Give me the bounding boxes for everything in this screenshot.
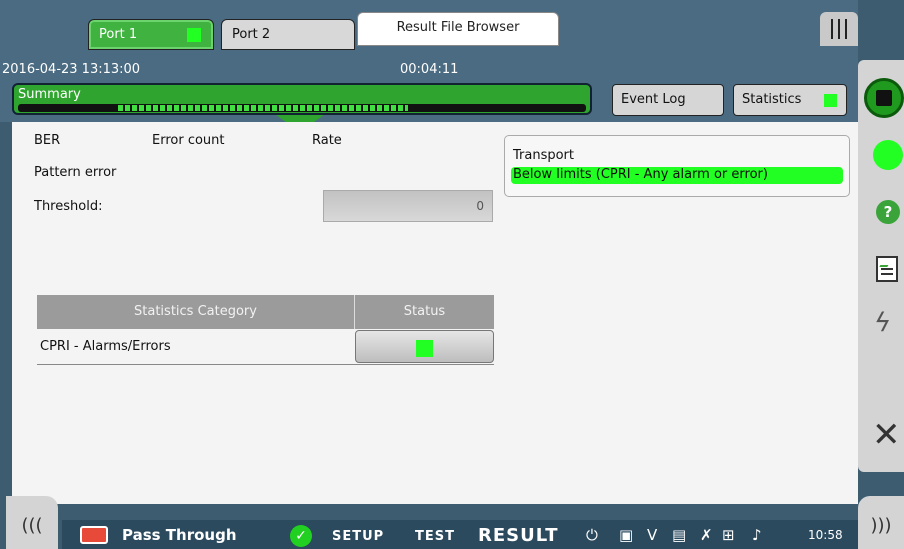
menu-icon xyxy=(831,19,847,39)
transport-status: Below limits (CPRI - Any alarm or error) xyxy=(511,167,843,184)
summary-label: Summary xyxy=(18,87,81,102)
event-log-label: Event Log xyxy=(621,92,686,107)
menu-button[interactable] xyxy=(820,12,858,46)
nav-setup[interactable]: SETUP xyxy=(332,529,384,544)
tab-port-2-label: Port 2 xyxy=(232,27,271,42)
mute-icon: ✗ xyxy=(700,526,713,544)
stop-icon[interactable] xyxy=(864,78,904,118)
event-log-button[interactable]: Event Log xyxy=(612,84,724,116)
statistics-button[interactable]: Statistics xyxy=(733,84,847,116)
row-status-led xyxy=(416,340,433,357)
clock: 10:58 xyxy=(808,528,843,542)
power-icon: ⏻ xyxy=(586,526,598,544)
transport-panel: Transport Below limits (CPRI - Any alarm… xyxy=(504,135,850,197)
taskbar: Pass Through ✓ SETUP TEST RESULT ⏻ ▣ V ▤… xyxy=(62,520,858,549)
transport-title: Transport xyxy=(513,148,575,163)
table-header: Statistics Category Status xyxy=(37,295,494,329)
pattern-error-label: Pattern error xyxy=(34,165,117,180)
tab-port-1-label: Port 1 xyxy=(99,27,138,42)
row-status-button[interactable] xyxy=(355,330,494,363)
side-panel: ? ϟ ✕ xyxy=(858,60,904,472)
column-header-category: Statistics Category xyxy=(37,295,355,329)
check-icon: ✓ xyxy=(290,525,312,547)
v-icon: V xyxy=(647,526,658,544)
tab-port-1[interactable]: Port 1 xyxy=(88,19,214,50)
close-icon[interactable]: ✕ xyxy=(872,418,901,452)
statistics-status-led xyxy=(824,94,837,107)
tab-port-2[interactable]: Port 2 xyxy=(221,19,355,50)
expand-right-button[interactable]: ))) xyxy=(858,496,904,549)
summary-tab[interactable]: Summary xyxy=(12,83,592,125)
threshold-field[interactable]: 0 xyxy=(323,190,493,222)
network-icon: ⊞ xyxy=(722,526,735,544)
terminal-icon: ▤ xyxy=(672,526,687,544)
help-icon[interactable]: ? xyxy=(876,200,900,224)
statistics-table: Statistics Category Status CPRI - Alarms… xyxy=(37,295,494,365)
result-file-browser-tab[interactable]: Result File Browser xyxy=(357,12,559,46)
row-category: CPRI - Alarms/Errors xyxy=(40,339,171,354)
rate-label: Rate xyxy=(312,133,342,148)
storage-icon: ▣ xyxy=(619,526,634,544)
nav-test[interactable]: TEST xyxy=(415,529,455,544)
port-1-status-led xyxy=(187,28,201,42)
column-header-status: Status xyxy=(403,304,446,319)
error-count-label: Error count xyxy=(152,133,225,148)
elapsed-time: 00:04:11 xyxy=(400,62,459,77)
status-led-icon xyxy=(873,140,903,170)
table-row: CPRI - Alarms/Errors xyxy=(37,329,494,365)
main-panel: BER Error count Rate Pattern error Thres… xyxy=(12,122,858,504)
lightning-icon[interactable]: ϟ xyxy=(874,308,891,338)
top-header: Port 1 Port 2 Result File Browser 2016-0… xyxy=(0,0,858,125)
ber-label: BER xyxy=(34,133,61,148)
app-name[interactable]: Pass Through xyxy=(122,526,237,544)
nav-result[interactable]: RESULT xyxy=(478,525,559,546)
summary-progress-indicator xyxy=(118,105,408,111)
date-time: 2016-04-23 13:13:00 xyxy=(2,62,141,77)
collapse-left-button[interactable]: ((( xyxy=(6,496,58,549)
bottom-strip xyxy=(0,504,904,520)
volume-icon: ♪ xyxy=(752,526,762,544)
info-bar: 2016-04-23 13:13:00 00:04:11 xyxy=(0,60,858,82)
threshold-label: Threshold: xyxy=(34,199,103,214)
statistics-label: Statistics xyxy=(742,92,802,107)
app-icon[interactable] xyxy=(80,526,108,544)
report-icon[interactable] xyxy=(876,256,898,282)
